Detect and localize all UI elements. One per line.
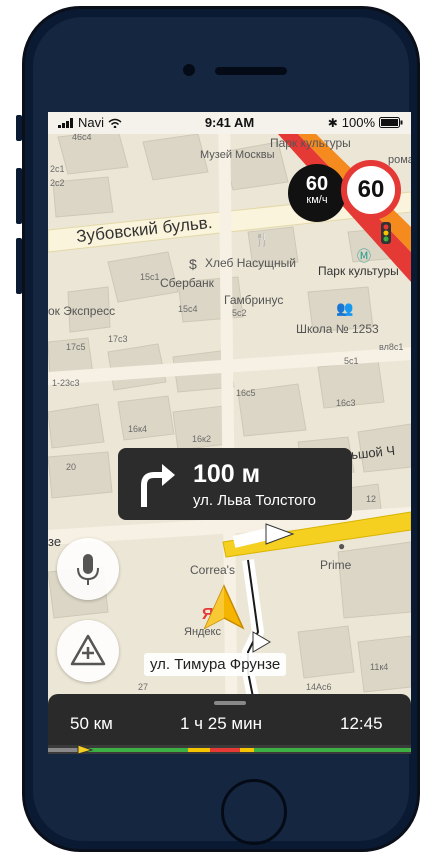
voice-search-button[interactable] [57, 538, 119, 600]
map-label-gambrinus[interactable]: Гамбринус [224, 293, 283, 307]
building-number: 14Ас6 [306, 682, 332, 692]
mute-switch [16, 115, 22, 141]
building-number: 15с1 [140, 272, 160, 282]
front-camera [183, 64, 195, 76]
route-progress-bar [48, 745, 411, 754]
traffic-light-icon [381, 222, 391, 244]
building-number: 17с5 [66, 342, 86, 352]
bank-icon: $ [189, 256, 197, 272]
microphone-icon [77, 554, 99, 585]
map-label-park-metro[interactable]: Парк культуры [318, 264, 399, 278]
map-label-prime[interactable]: Prime [320, 558, 351, 572]
metro-icon: Ⓜ [357, 248, 371, 264]
building-number: 2с2 [50, 178, 65, 188]
current-speed: 60 км/ч [288, 164, 346, 222]
progress-position-icon [77, 745, 94, 754]
map-label-khleb[interactable]: Хлеб Насущный [205, 256, 296, 270]
battery-icon [379, 117, 403, 128]
current-street-label: ул. Тимура Фрунзе [144, 653, 287, 676]
speed-limit-sign: 60 [341, 160, 401, 220]
map-label-coreas[interactable]: Correa's [190, 563, 235, 577]
building-number: 16с5 [236, 388, 256, 398]
add-road-event-button[interactable] [57, 620, 119, 682]
building-number: 15с4 [178, 304, 198, 314]
add-road-event-icon [70, 634, 106, 666]
current-speed-unit: км/ч [306, 194, 328, 206]
navigator-screen: Музей Москвы Парк культуры Зубовский бул… [48, 112, 411, 754]
map-label-muzei[interactable]: Музей Москвы [200, 149, 275, 161]
building-number: 16к4 [128, 424, 147, 434]
restaurant-icon: 🍴 [254, 232, 271, 247]
navigation-arrow-icon [203, 584, 245, 630]
maneuver-card[interactable]: 100 м ул. Льва Толстого [118, 448, 352, 520]
earpiece-speaker [215, 67, 287, 75]
map-label-roma: рома [388, 154, 411, 166]
building-number: 2с1 [50, 164, 65, 174]
building-number: 12 [366, 494, 377, 504]
building-number: 17с3 [108, 334, 128, 344]
current-speed-value: 60 [305, 173, 329, 195]
trip-duration: 1 ч 25 мин [180, 714, 262, 733]
building-number: 5с2 [232, 308, 247, 318]
home-button[interactable] [221, 779, 287, 845]
building-number: 27 [138, 682, 149, 692]
school-icon: 👥 [336, 300, 354, 316]
maneuver-distance: 100 м [193, 460, 261, 488]
building-number: вл8с1 [379, 342, 404, 352]
maneuver-street: ул. Льва Толстого [193, 492, 317, 509]
building-number: 5с1 [344, 356, 359, 366]
building-number: 16к2 [192, 434, 211, 444]
battery-percent: 100% [341, 115, 375, 130]
turn-right-icon [141, 464, 175, 507]
arrival-time: 12:45 [340, 714, 383, 733]
status-bar: Navi 9:41 AM ✱ 100% [48, 112, 411, 134]
map-label-school[interactable]: Школа № 1253 [296, 322, 379, 336]
map-label-sberbank[interactable]: Сбербанк [160, 276, 214, 290]
volume-down-button [16, 238, 22, 294]
building-number: 11к4 [370, 662, 389, 672]
panel-drag-handle[interactable] [214, 701, 246, 705]
building-number: 1-23с3 [52, 378, 80, 388]
prime-icon: ● [338, 539, 346, 553]
building-number: 16с3 [336, 398, 356, 408]
bluetooth-icon: ✱ [327, 115, 338, 130]
map-label-ok[interactable]: ок Экспресс [48, 304, 115, 318]
trip-distance: 50 км [70, 714, 113, 733]
map-label-park-top[interactable]: Парк культуры [270, 136, 351, 150]
building-number: 20 [66, 462, 77, 472]
volume-up-button [16, 168, 22, 224]
